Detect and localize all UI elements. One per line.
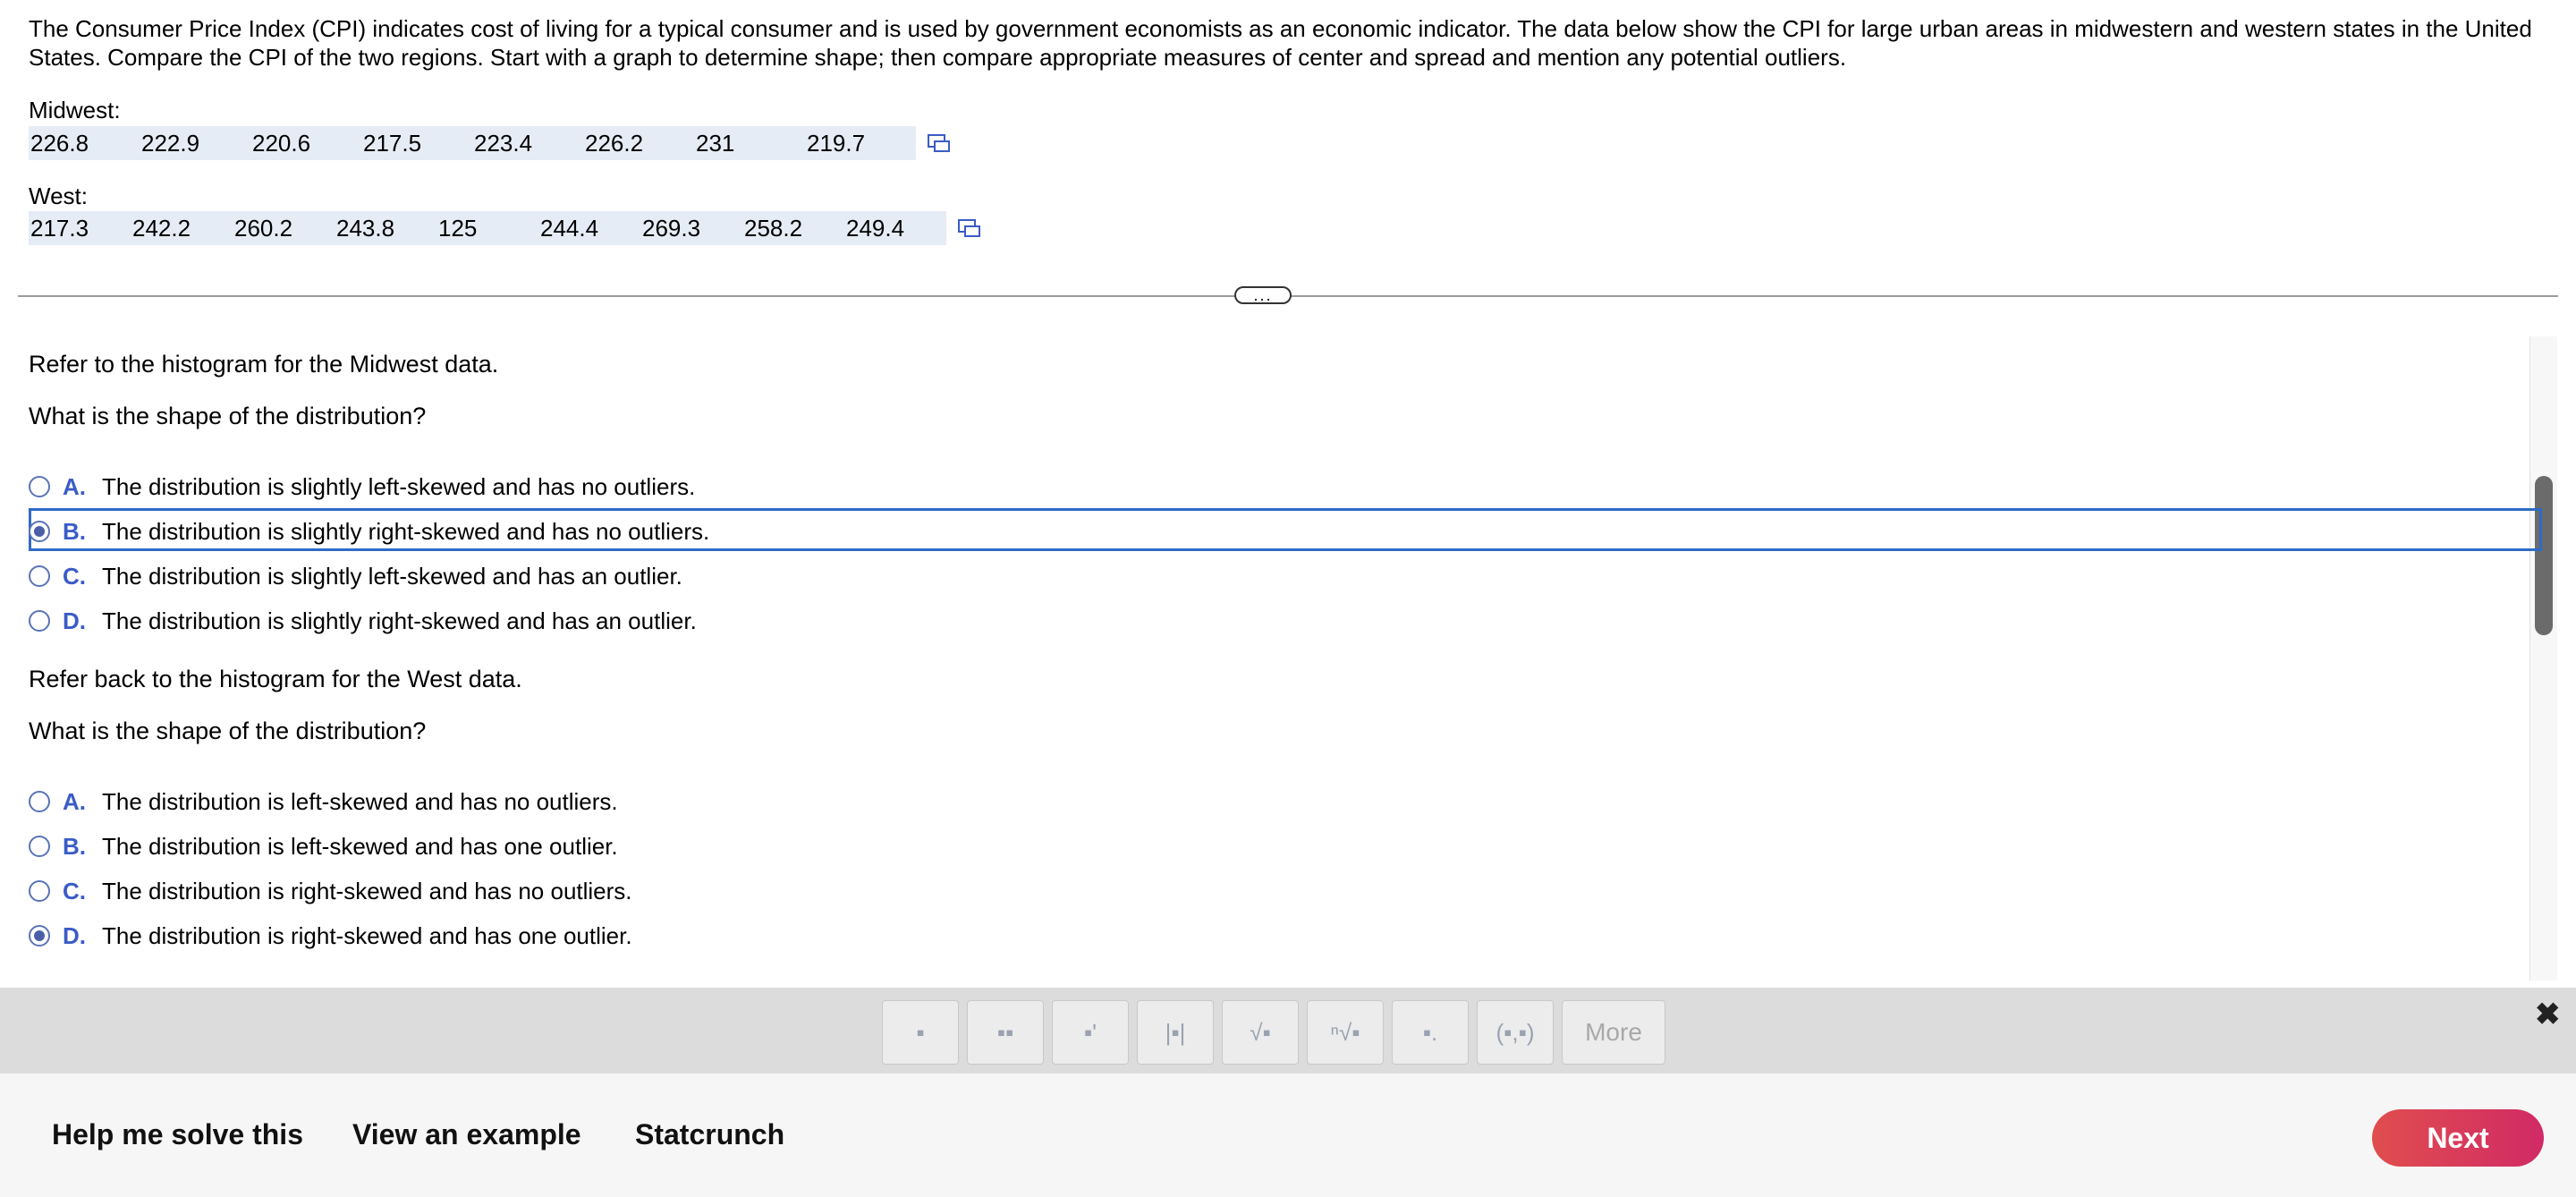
midwest-value: 222.9 [141, 129, 200, 157]
option-letter: A. [63, 472, 86, 500]
q1-option-b[interactable]: B. The distribution is slightly right-sk… [29, 514, 709, 549]
west-value: 249.4 [846, 214, 905, 242]
midwest-value: 226.8 [30, 129, 89, 157]
option-text: The distribution is slightly right-skewe… [102, 517, 710, 545]
radio-dot [34, 930, 45, 941]
option-letter: D. [63, 607, 86, 634]
option-letter: C. [63, 562, 86, 590]
radio-button[interactable] [29, 610, 50, 632]
more-button[interactable]: More [1562, 1000, 1665, 1065]
option-letter: C. [63, 877, 86, 904]
ordered-pair-icon[interactable]: (▪,▪) [1477, 1000, 1554, 1065]
radio-button[interactable] [29, 565, 50, 587]
radio-button[interactable] [29, 880, 50, 902]
exponent-icon[interactable]: ▪' [1052, 1000, 1129, 1065]
west-value: 243.8 [336, 214, 395, 242]
close-icon[interactable]: ✖ [2535, 997, 2561, 1032]
radio-button[interactable] [29, 791, 50, 812]
west-value: 242.2 [132, 214, 191, 242]
option-letter: B. [63, 832, 86, 860]
radio-button-selected[interactable] [29, 521, 50, 542]
question-intro: The Consumer Price Index (CPI) indicates… [29, 15, 2532, 71]
midwest-value: 223.4 [474, 129, 533, 157]
option-text: The distribution is left-skewed and has … [102, 787, 618, 815]
view-example-link[interactable]: View an example [352, 1118, 581, 1151]
option-text: The distribution is slightly right-skewe… [102, 607, 697, 634]
absolute-value-icon[interactable]: |▪| [1137, 1000, 1214, 1065]
scrollbar-track[interactable] [2529, 336, 2557, 981]
q1-option-c[interactable]: C. The distribution is slightly left-ske… [29, 558, 682, 594]
west-value: 244.4 [540, 214, 599, 242]
question1-prompt: What is the shape of the distribution? [29, 403, 427, 429]
statcrunch-link[interactable]: Statcrunch [635, 1118, 784, 1151]
midwest-label: Midwest: [29, 97, 121, 123]
option-text: The distribution is left-skewed and has … [102, 832, 618, 860]
option-letter: B. [63, 517, 86, 545]
west-value: 258.2 [744, 214, 803, 242]
midwest-data-row: 226.8 222.9 220.6 217.5 223.4 226.2 231 … [29, 126, 916, 160]
west-value: 125 [438, 214, 478, 242]
option-text: The distribution is right-skewed and has… [102, 921, 632, 949]
radio-button[interactable] [29, 476, 50, 497]
question1-refer: Refer to the histogram for the Midwest d… [29, 351, 499, 378]
option-text: The distribution is slightly left-skewed… [102, 562, 682, 590]
q2-option-c[interactable]: C. The distribution is right-skewed and … [29, 873, 632, 909]
q2-option-b[interactable]: B. The distribution is left-skewed and h… [29, 828, 618, 864]
west-value: 260.2 [234, 214, 293, 242]
question2-refer: Refer back to the histogram for the West… [29, 666, 522, 692]
question2-prompt: What is the shape of the distribution? [29, 717, 427, 744]
option-letter: A. [63, 787, 86, 815]
radio-dot [34, 526, 45, 537]
midwest-value: 220.6 [252, 129, 311, 157]
west-label: West: [29, 183, 88, 209]
subscript-icon[interactable]: ▪. [1392, 1000, 1469, 1065]
scrollbar-thumb[interactable] [2535, 476, 2553, 635]
q2-option-a[interactable]: A. The distribution is left-skewed and h… [29, 784, 618, 819]
next-button[interactable]: Next [2372, 1109, 2544, 1167]
copy-data-icon[interactable] [927, 132, 952, 154]
west-data-row: 217.3 242.2 260.2 243.8 125 244.4 269.3 … [29, 211, 946, 245]
west-value: 217.3 [30, 214, 89, 242]
radio-button[interactable] [29, 836, 50, 857]
mixed-number-icon[interactable]: ▪▪ [967, 1000, 1044, 1065]
fraction-icon[interactable]: ▪ [882, 1000, 959, 1065]
divider-handle[interactable]: ... [1234, 286, 1292, 304]
nth-root-icon[interactable]: ⁿ√▪ [1307, 1000, 1384, 1065]
q2-option-d[interactable]: D. The distribution is right-skewed and … [29, 918, 632, 954]
copy-data-icon[interactable] [957, 217, 982, 239]
west-value: 269.3 [642, 214, 701, 242]
sqrt-icon[interactable]: √▪ [1222, 1000, 1299, 1065]
midwest-value: 231 [696, 129, 735, 157]
option-text: The distribution is right-skewed and has… [102, 877, 632, 904]
help-me-solve-link[interactable]: Help me solve this [52, 1118, 303, 1151]
q1-option-d[interactable]: D. The distribution is slightly right-sk… [29, 603, 697, 639]
midwest-value: 219.7 [807, 129, 866, 157]
option-text: The distribution is slightly left-skewed… [102, 472, 696, 500]
midwest-value: 217.5 [363, 129, 422, 157]
option-letter: D. [63, 921, 86, 949]
radio-button-selected[interactable] [29, 925, 50, 947]
q1-option-a[interactable]: A. The distribution is slightly left-ske… [29, 469, 695, 505]
midwest-value: 226.2 [585, 129, 644, 157]
